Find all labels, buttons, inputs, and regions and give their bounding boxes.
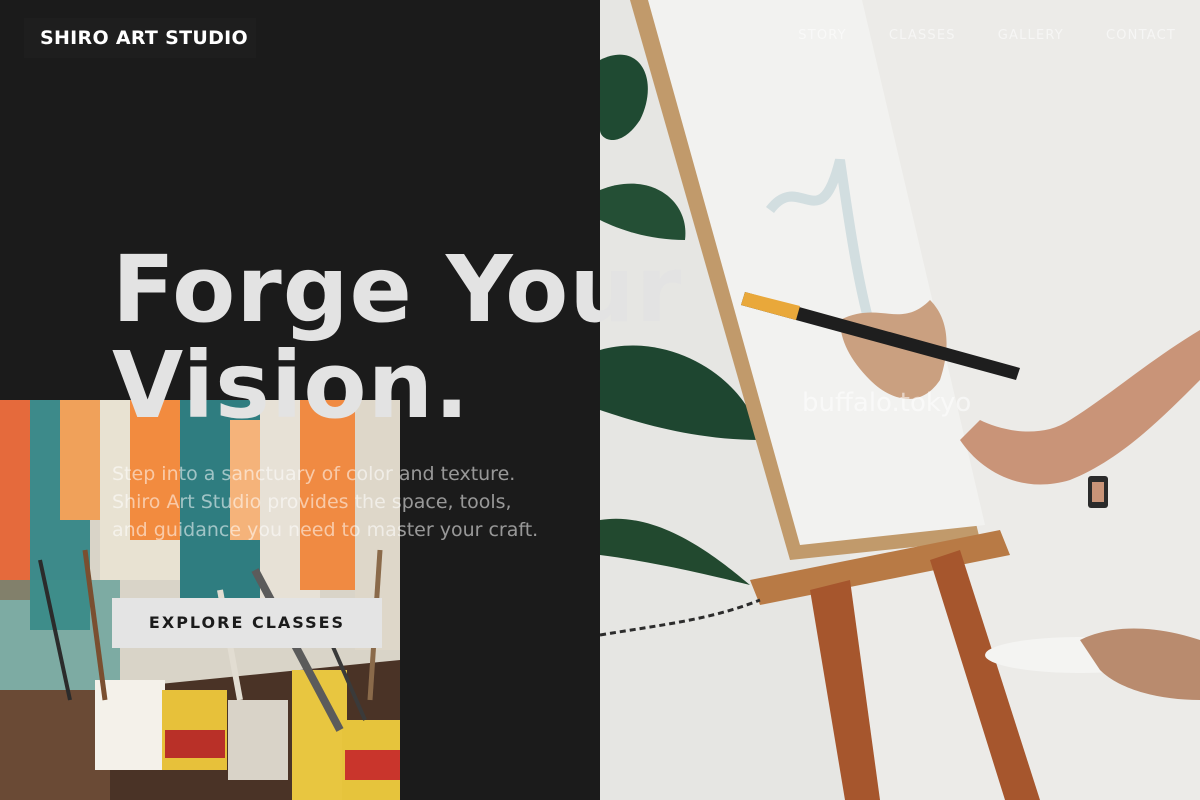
top-navigation: STORY CLASSES GALLERY CONTACT [798,28,1176,43]
nav-item-classes[interactable]: CLASSES [889,28,956,43]
hero-title-line-2: Vision. [112,332,471,439]
nav-item-gallery[interactable]: GALLERY [998,28,1064,43]
image-credit: buffalo.tokyo [802,388,972,418]
hero-title-line-1: Forge Your [112,236,683,343]
brand-logo[interactable]: SHIRO ART STUDIO [24,18,256,58]
nav-item-story[interactable]: STORY [798,28,847,43]
nav-item-contact[interactable]: CONTACT [1106,28,1176,43]
hero-description: Step into a sanctuary of color and textu… [112,463,539,541]
hero-title: Forge Your Vision. [112,242,682,434]
explore-classes-button[interactable]: EXPLORE CLASSES [112,598,382,648]
